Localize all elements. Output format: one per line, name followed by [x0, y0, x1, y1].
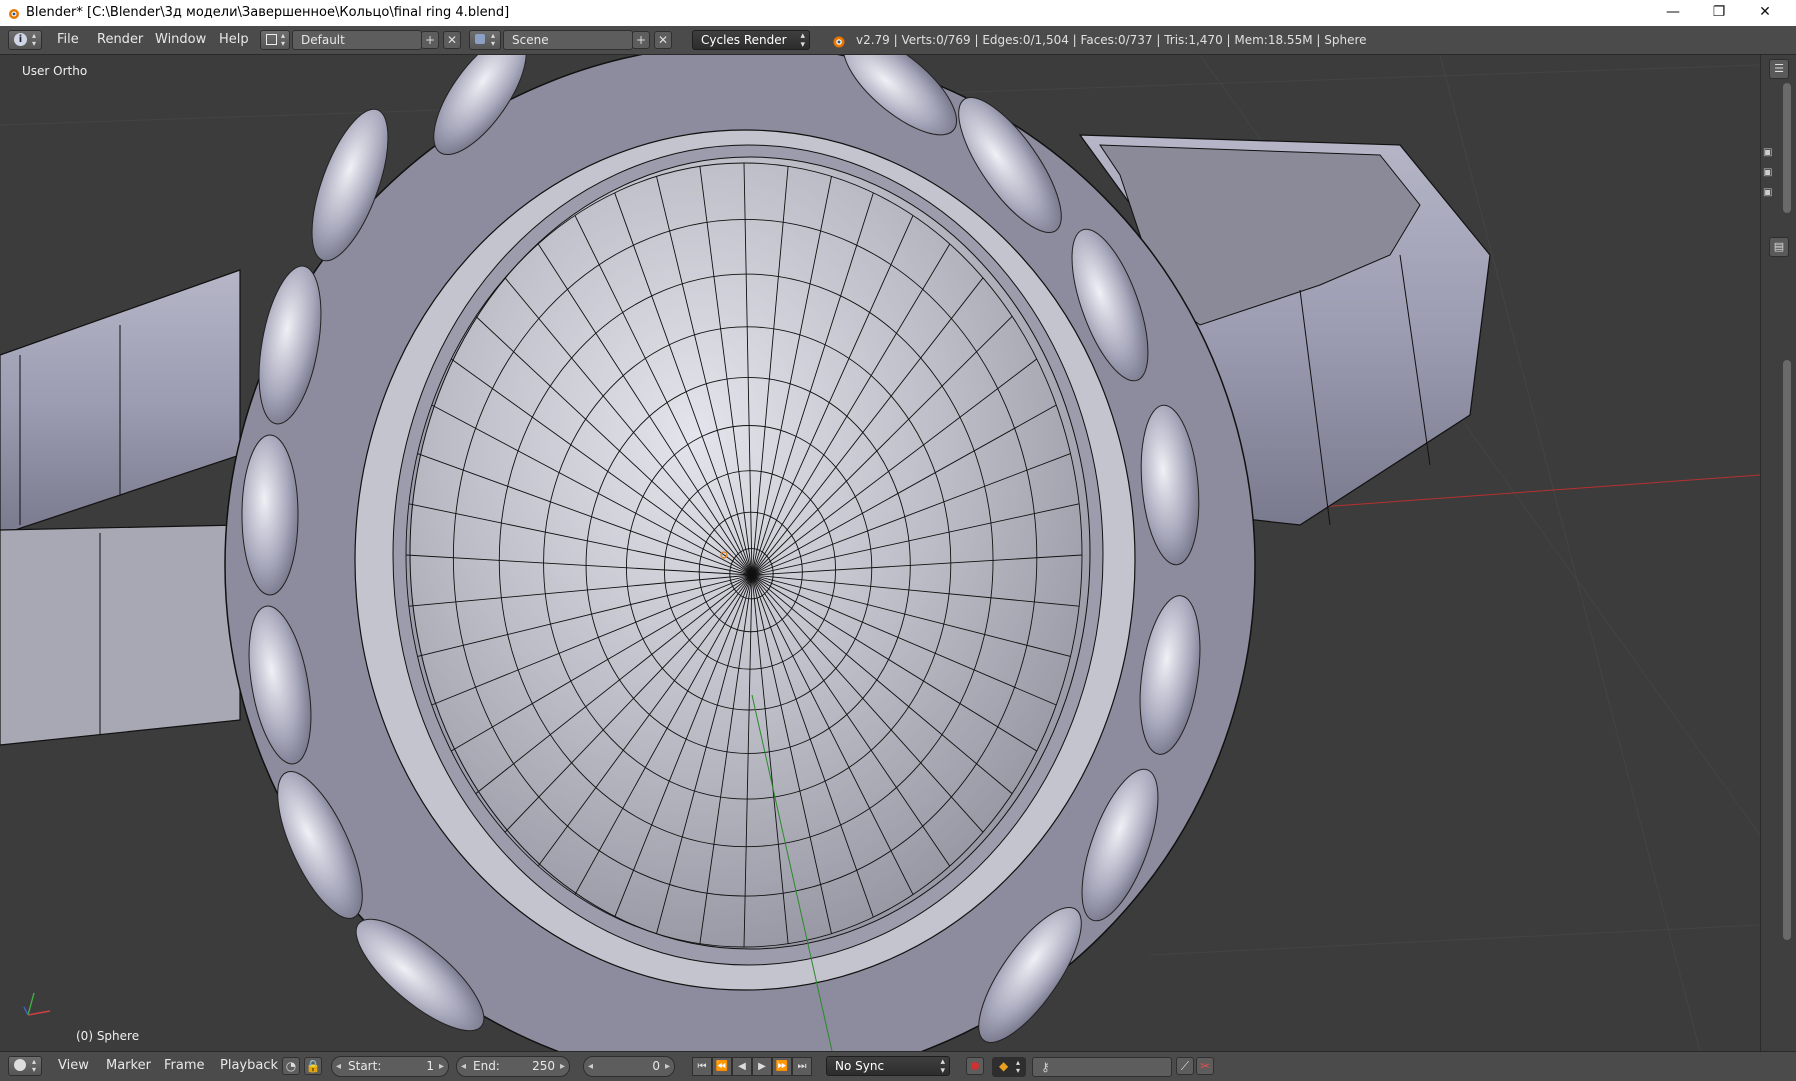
current-frame-value: 0	[652, 1059, 660, 1073]
delete-keyframe-icon[interactable]: ✂	[1196, 1057, 1214, 1075]
camera-icon[interactable]: ▣	[1763, 147, 1772, 158]
sync-mode-label: No Sync	[835, 1059, 885, 1073]
chevron-right-icon: ▸	[559, 1061, 565, 1072]
view-name-label: User Ortho	[22, 64, 88, 78]
camera-icon[interactable]: ▣	[1763, 167, 1772, 178]
window-title-bar: Blender* [C:\Blender\3д модели\Завершенн…	[0, 0, 1796, 27]
menu-render[interactable]: Render	[97, 32, 143, 47]
3d-viewport[interactable]: User Ortho (0) Sphere	[0, 55, 1760, 1051]
close-icon[interactable]: ✕	[443, 31, 461, 49]
start-frame-value: 1	[426, 1059, 434, 1073]
chevron-right-icon: ▸	[664, 1061, 670, 1072]
prev-keyframe-icon[interactable]: ⏪	[712, 1057, 732, 1076]
outliner-scrollbar[interactable]	[1783, 83, 1791, 213]
chevron-updown-icon: ▴ ▾	[32, 31, 37, 48]
menu-window[interactable]: Window	[155, 32, 206, 47]
record-icon[interactable]	[966, 1057, 984, 1075]
lock-icon[interactable]: 🔒	[304, 1057, 322, 1075]
play-reverse-icon[interactable]: ◀	[732, 1057, 752, 1076]
info-icon: i	[14, 33, 27, 46]
layout-grid-icon	[266, 34, 277, 45]
active-keying-set-field[interactable]: ⚷	[1032, 1057, 1172, 1077]
chevron-right-icon: ▸	[438, 1061, 444, 1072]
chevron-updown-icon: ▴ ▾	[800, 31, 805, 50]
outliner-icon[interactable]: ☰	[1769, 59, 1789, 79]
menu-file[interactable]: File	[57, 32, 79, 47]
insert-keyframe-icon[interactable]: ⟋	[1176, 1057, 1194, 1075]
camera-icon[interactable]: ▣	[1763, 187, 1772, 198]
chevron-left-icon: ◂	[588, 1061, 594, 1072]
start-frame-field[interactable]: ◂ Start: 1 ▸	[331, 1056, 449, 1077]
menu-playback[interactable]: Playback	[220, 1058, 278, 1073]
play-icon[interactable]: ▶	[752, 1057, 772, 1076]
add-icon[interactable]: +	[421, 31, 439, 49]
blender-logo-icon	[9, 9, 19, 19]
screen-layout-browse[interactable]: ▴ ▾	[260, 30, 290, 50]
maximize-button[interactable]: ❐	[1696, 0, 1742, 26]
screen-layout-field[interactable]: Default	[292, 30, 422, 50]
chevron-updown-icon: ▴ ▾	[1016, 1058, 1021, 1075]
scene-icon	[475, 34, 485, 44]
end-frame-field[interactable]: ◂ End: 250 ▸	[456, 1056, 570, 1077]
keying-set-selector[interactable]: ◆ ▴ ▾	[992, 1057, 1026, 1077]
axis-gizmo	[23, 992, 51, 1016]
scene-browse[interactable]: ▴ ▾	[469, 30, 501, 50]
active-object-label: (0) Sphere	[76, 1029, 140, 1043]
chevron-updown-icon: ▴ ▾	[281, 31, 286, 48]
properties-side-strip: ☰ ▣ ▣ ▣ ▤	[1760, 55, 1796, 1051]
close-icon[interactable]: ✕	[654, 31, 672, 49]
chevron-updown-icon: ▴ ▾	[32, 1057, 37, 1074]
close-button[interactable]: ✕	[1742, 0, 1788, 26]
key-icon: ⚷	[1041, 1060, 1050, 1074]
blender-logo-icon	[833, 36, 845, 48]
clock-icon	[14, 1059, 26, 1071]
editor-type-selector[interactable]: ▴ ▾	[8, 1056, 42, 1076]
chevron-updown-icon: ▴ ▾	[491, 31, 496, 48]
menu-frame[interactable]: Frame	[164, 1058, 205, 1073]
next-keyframe-icon[interactable]: ⏩	[772, 1057, 792, 1076]
sync-mode-dropdown[interactable]: No Sync ▴ ▾	[826, 1056, 950, 1076]
menu-marker[interactable]: Marker	[106, 1058, 151, 1073]
editor-type-selector[interactable]: i ▴ ▾	[8, 30, 42, 50]
jump-start-icon[interactable]: ⏮	[692, 1057, 712, 1076]
jump-end-icon[interactable]: ⏭	[792, 1057, 812, 1076]
scene-statistics: v2.79 | Verts:0/769 | Edges:0/1,504 | Fa…	[856, 33, 1367, 47]
keyframe-icon: ◆	[999, 1059, 1009, 1073]
minimize-button[interactable]: —	[1650, 0, 1696, 26]
info-header: i ▴ ▾ File Render Window Help ▴ ▾ Default …	[0, 26, 1796, 55]
preview-range-icon[interactable]: ◔	[282, 1057, 300, 1075]
timeline-header: ▴ ▾ View Marker Frame Playback ◔ 🔒 ◂ Star…	[0, 1051, 1796, 1081]
chevron-left-icon: ◂	[461, 1061, 467, 1072]
scene-field[interactable]: Scene	[503, 30, 633, 50]
add-icon[interactable]: +	[632, 31, 650, 49]
properties-icon[interactable]: ▤	[1769, 237, 1789, 257]
end-frame-value: 250	[532, 1059, 555, 1073]
properties-scrollbar[interactable]	[1783, 360, 1791, 940]
window-title: Blender* [C:\Blender\3д модели\Завершенн…	[26, 5, 510, 20]
end-frame-label: End:	[473, 1059, 500, 1073]
chevron-left-icon: ◂	[336, 1061, 342, 1072]
start-frame-label: Start:	[348, 1059, 382, 1073]
menu-view[interactable]: View	[58, 1058, 89, 1073]
menu-help[interactable]: Help	[219, 32, 249, 47]
ring-mesh-render	[0, 55, 1760, 1051]
render-engine-dropdown[interactable]: Cycles Render ▴ ▾	[692, 30, 810, 50]
render-engine-label: Cycles Render	[701, 33, 787, 47]
chevron-updown-icon: ▴ ▾	[940, 1057, 945, 1076]
current-frame-field[interactable]: ◂ 0 ▸	[583, 1056, 675, 1077]
